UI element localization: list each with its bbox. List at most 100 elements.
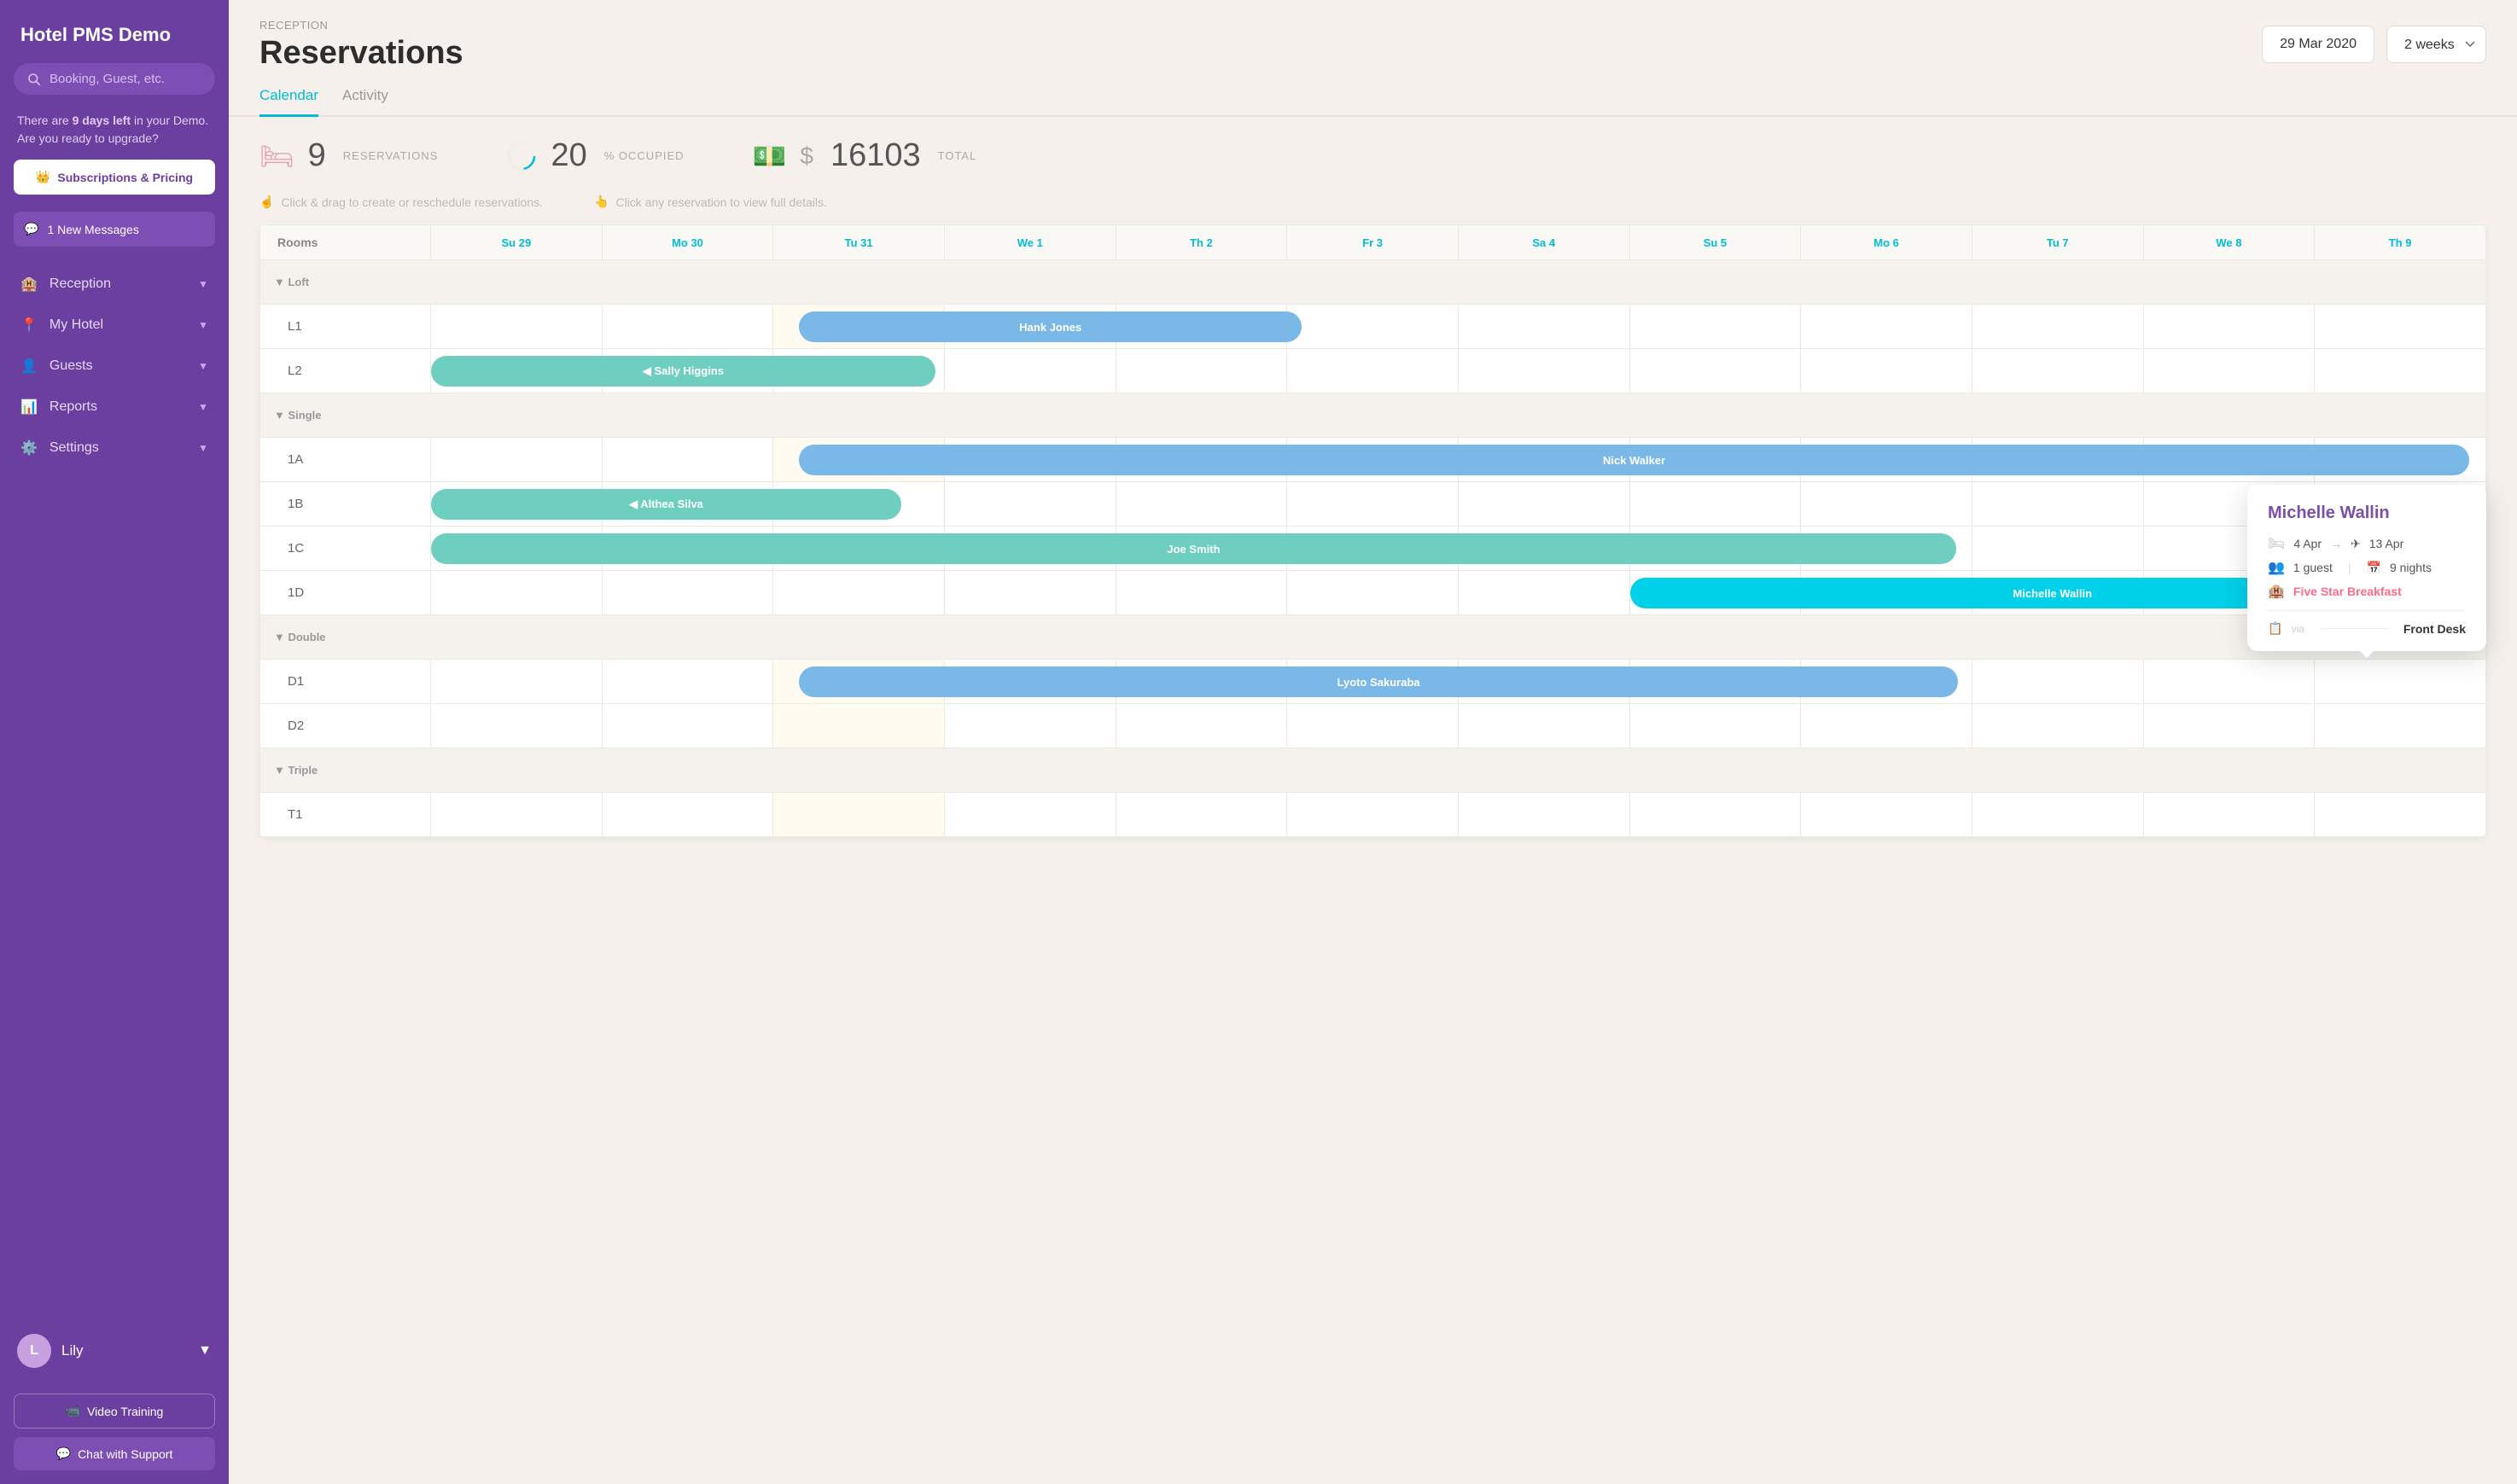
cell-D2-9[interactable]	[1972, 704, 2143, 748]
cell-L2-5[interactable]	[1287, 349, 1459, 393]
cell-D1-2[interactable]: Lyoto Sakuraba	[773, 660, 945, 704]
bar-althea-silva[interactable]: ◀ Althea Silva	[431, 489, 901, 520]
tab-calendar[interactable]: Calendar	[259, 87, 318, 117]
sidebar-item-settings[interactable]: ⚙️ Settings ▼	[0, 428, 229, 468]
cell-1D-1[interactable]	[602, 571, 773, 615]
cell-L1-6[interactable]	[1458, 305, 1629, 349]
cell-L2-9[interactable]	[1972, 349, 2143, 393]
cell-T1-6[interactable]	[1458, 793, 1629, 837]
cell-L2-11[interactable]	[2315, 349, 2486, 393]
cell-1B-5[interactable]	[1287, 482, 1459, 527]
room-label-L2: L2	[260, 349, 431, 393]
cell-L1-10[interactable]	[2143, 305, 2315, 349]
cell-D2-3[interactable]	[944, 704, 1116, 748]
chat-support-button[interactable]: 💬 Chat with Support	[14, 1437, 215, 1470]
cell-L1-1[interactable]	[602, 305, 773, 349]
cell-T1-0[interactable]	[431, 793, 603, 837]
weeks-selector[interactable]: 2 weeks 1 week 4 weeks	[2386, 26, 2486, 63]
cell-D2-4[interactable]	[1116, 704, 1287, 748]
cell-L2-8[interactable]	[1801, 349, 1972, 393]
cell-L2-10[interactable]	[2143, 349, 2315, 393]
sidebar-item-my-hotel[interactable]: 📍 My Hotel ▼	[0, 305, 229, 346]
cell-1D-6[interactable]	[1458, 571, 1629, 615]
col-we8: We 8	[2143, 225, 2315, 260]
video-training-button[interactable]: 📹 Video Training	[14, 1394, 215, 1429]
bar-lyoto-sakuraba[interactable]: Lyoto Sakuraba	[799, 666, 1958, 697]
cell-1B-0[interactable]: ◀ Althea Silva	[431, 482, 603, 527]
cell-1A-0[interactable]	[431, 438, 603, 482]
cell-T1-1[interactable]	[602, 793, 773, 837]
cell-T1-9[interactable]	[1972, 793, 2143, 837]
cell-D1-10[interactable]	[2143, 660, 2315, 704]
cell-L1-9[interactable]	[1972, 305, 2143, 349]
bar-nick-walker[interactable]: Nick Walker	[799, 445, 2469, 475]
date-picker[interactable]: 29 Mar 2020	[2262, 26, 2374, 63]
bar-hank-jones[interactable]: Hank Jones	[799, 311, 1302, 342]
cell-1D-7[interactable]: Michelle Wallin	[1629, 571, 1801, 615]
bar-sally-higgins[interactable]: ◀ Sally Higgins	[431, 356, 935, 387]
bar-joe-smith[interactable]: Joe Smith	[431, 533, 1956, 564]
sidebar-item-guests[interactable]: 👤 Guests ▼	[0, 346, 229, 387]
cell-L2-0[interactable]: ◀ Sally Higgins	[431, 349, 603, 393]
sidebar-item-reception[interactable]: 🏨 Reception ▼	[0, 264, 229, 305]
cell-1D-0[interactable]	[431, 571, 603, 615]
cell-1B-4[interactable]	[1116, 482, 1287, 527]
cell-T1-7[interactable]	[1629, 793, 1801, 837]
cell-T1-8[interactable]	[1801, 793, 1972, 837]
cell-1B-8[interactable]	[1801, 482, 1972, 527]
col-we1: We 1	[944, 225, 1116, 260]
cell-L1-0[interactable]	[431, 305, 603, 349]
cell-D1-1[interactable]	[602, 660, 773, 704]
cell-T1-11[interactable]	[2315, 793, 2486, 837]
upgrade-button[interactable]: 👑 Subscriptions & Pricing	[14, 160, 215, 195]
search-bar[interactable]: Booking, Guest, etc.	[14, 63, 215, 95]
cell-D1-9[interactable]	[1972, 660, 2143, 704]
cell-1D-4[interactable]	[1116, 571, 1287, 615]
col-su29: Su 29	[431, 225, 603, 260]
cell-L2-6[interactable]	[1458, 349, 1629, 393]
cell-D2-5[interactable]	[1287, 704, 1459, 748]
cell-D2-8[interactable]	[1801, 704, 1972, 748]
cell-1D-3[interactable]	[944, 571, 1116, 615]
cell-1A-2[interactable]: Nick Walker	[773, 438, 945, 482]
cell-1C-0[interactable]: Joe Smith	[431, 527, 603, 571]
cell-L1-5[interactable]	[1287, 305, 1459, 349]
cell-1B-3[interactable]	[944, 482, 1116, 527]
cell-L1-11[interactable]	[2315, 305, 2486, 349]
sidebar-item-reports[interactable]: 📊 Reports ▼	[0, 387, 229, 428]
cell-D2-0[interactable]	[431, 704, 603, 748]
cell-1D-2[interactable]	[773, 571, 945, 615]
tooltip-package: 🏨 Five Star Breakfast	[2268, 583, 2466, 600]
cell-L2-3[interactable]	[944, 349, 1116, 393]
cell-1D-5[interactable]	[1287, 571, 1459, 615]
cell-D2-10[interactable]	[2143, 704, 2315, 748]
cell-1C-9[interactable]	[1972, 527, 2143, 571]
cell-1A-1[interactable]	[602, 438, 773, 482]
messages-button[interactable]: 💬 1 New Messages	[14, 212, 215, 247]
cell-D2-6[interactable]	[1458, 704, 1629, 748]
cell-T1-4[interactable]	[1116, 793, 1287, 837]
cell-T1-3[interactable]	[944, 793, 1116, 837]
cell-T1-2[interactable]	[773, 793, 945, 837]
cell-L2-7[interactable]	[1629, 349, 1801, 393]
demo-days: 9 days left	[73, 113, 131, 127]
cell-D2-2[interactable]	[773, 704, 945, 748]
room-label-1C: 1C	[260, 527, 431, 571]
cell-D1-11[interactable]	[2315, 660, 2486, 704]
cell-L1-8[interactable]	[1801, 305, 1972, 349]
cell-D2-7[interactable]	[1629, 704, 1801, 748]
cell-D2-11[interactable]	[2315, 704, 2486, 748]
cell-L1-2[interactable]: Hank Jones	[773, 305, 945, 349]
cell-1B-9[interactable]	[1972, 482, 2143, 527]
cell-L2-4[interactable]	[1116, 349, 1287, 393]
user-section[interactable]: L Lily ▼	[0, 1322, 229, 1380]
cell-L1-7[interactable]	[1629, 305, 1801, 349]
tab-activity[interactable]: Activity	[342, 87, 388, 117]
cell-T1-5[interactable]	[1287, 793, 1459, 837]
cell-1B-6[interactable]	[1458, 482, 1629, 527]
cell-1B-7[interactable]	[1629, 482, 1801, 527]
settings-icon: ⚙️	[20, 439, 38, 457]
cell-T1-10[interactable]	[2143, 793, 2315, 837]
cell-D1-0[interactable]	[431, 660, 603, 704]
cell-D2-1[interactable]	[602, 704, 773, 748]
